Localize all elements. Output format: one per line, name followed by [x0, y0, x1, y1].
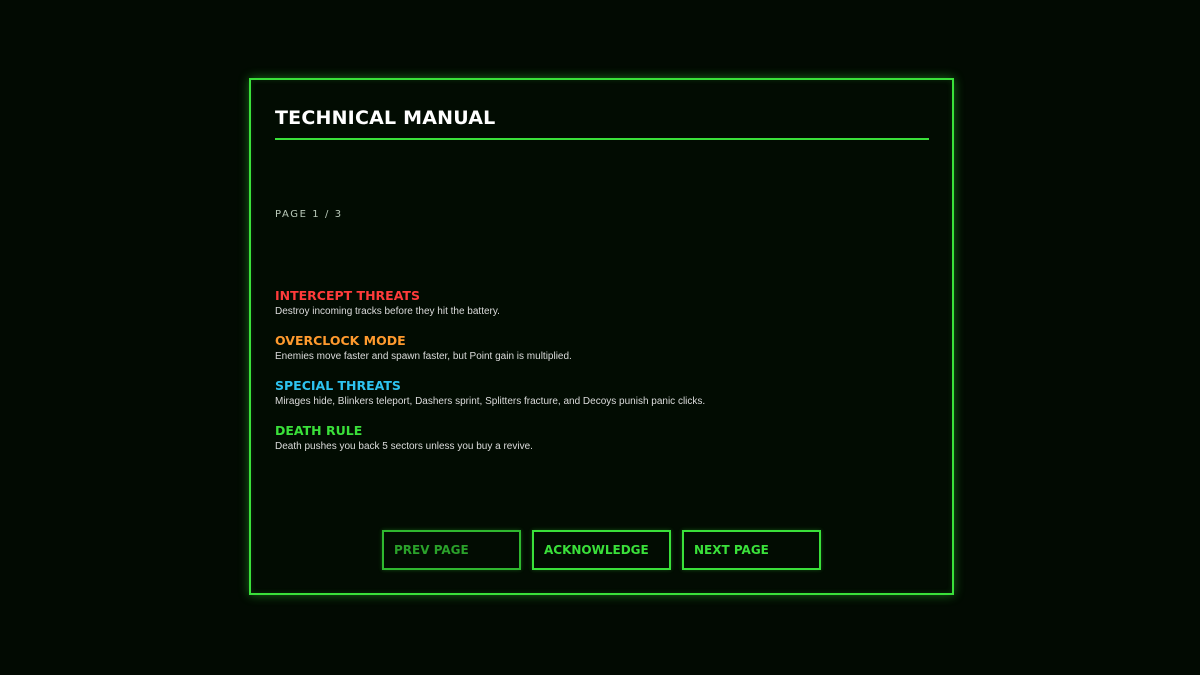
rule-title: OVERCLOCK MODE [275, 333, 406, 348]
technical-manual-panel: TECHNICAL MANUAL PAGE 1 / 3 INTERCEPT TH… [249, 78, 954, 595]
rule-overclock-mode: OVERCLOCK MODE Enemies move faster and s… [275, 333, 915, 378]
rule-description: Enemies move faster and spawn faster, bu… [275, 351, 572, 362]
manual-button-row: PREV PAGE ACKNOWLEDGE NEXT PAGE [382, 530, 821, 570]
page-indicator: PAGE 1 / 3 [275, 209, 343, 220]
manual-title: TECHNICAL MANUAL [275, 107, 496, 129]
rule-description: Mirages hide, Blinkers teleport, Dashers… [275, 396, 706, 407]
next-page-button[interactable]: NEXT PAGE [682, 530, 821, 570]
rule-description: Death pushes you back 5 sectors unless y… [275, 441, 533, 452]
rule-description: Destroy incoming tracks before they hit … [275, 306, 500, 317]
rules-list: INTERCEPT THREATS Destroy incoming track… [275, 288, 915, 468]
prev-page-button[interactable]: PREV PAGE [382, 530, 521, 570]
rule-intercept-threats: INTERCEPT THREATS Destroy incoming track… [275, 288, 915, 333]
rule-title: SPECIAL THREATS [275, 378, 401, 393]
title-divider [275, 138, 929, 140]
rule-title: INTERCEPT THREATS [275, 288, 420, 303]
rule-special-threats: SPECIAL THREATS Mirages hide, Blinkers t… [275, 378, 915, 423]
rule-death-rule: DEATH RULE Death pushes you back 5 secto… [275, 423, 915, 468]
acknowledge-button[interactable]: ACKNOWLEDGE [532, 530, 671, 570]
rule-title: DEATH RULE [275, 423, 363, 438]
